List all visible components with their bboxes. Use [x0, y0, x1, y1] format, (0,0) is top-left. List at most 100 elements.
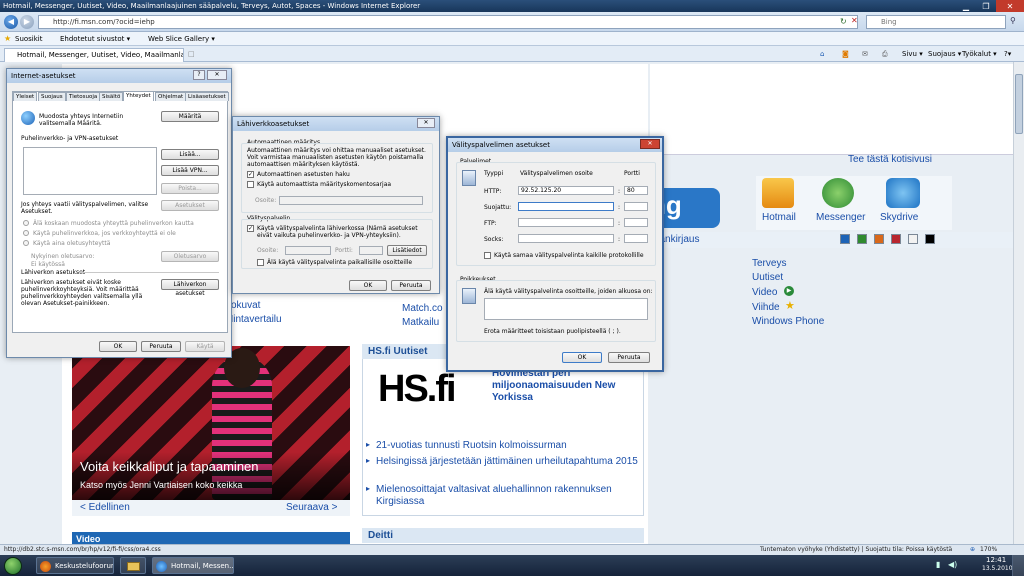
- setup-button[interactable]: Määritä: [161, 111, 219, 122]
- skydrive-link[interactable]: Skydrive: [880, 212, 918, 223]
- refresh-icon[interactable]: ↻: [840, 17, 847, 26]
- next-link[interactable]: Seuraava >: [286, 502, 337, 513]
- proxy-address-input[interactable]: [285, 246, 331, 255]
- promo-subcaption[interactable]: Katso myös Jenni Vartiaisen koko keikka: [80, 480, 242, 490]
- page-menu[interactable]: Sivu ▾: [902, 46, 923, 62]
- set-home-link[interactable]: Tee tästä kotisivusi: [848, 154, 932, 165]
- lan-ok-button[interactable]: OK: [349, 280, 387, 291]
- tab-lisaasetukset[interactable]: Lisäasetukset: [185, 92, 229, 101]
- advanced-button[interactable]: Lisätiedot: [387, 245, 427, 256]
- taskbar-item-ie[interactable]: Hotmail, Messen...: [152, 557, 234, 574]
- taskbar-item-explorer[interactable]: [120, 557, 146, 574]
- radio-always-dial[interactable]: [23, 240, 29, 246]
- tab-ohjelmat[interactable]: Ohjelmat: [155, 92, 187, 101]
- tab-yhteydet[interactable]: Yhteydet: [123, 91, 154, 101]
- minimize-icon[interactable]: ▁: [956, 0, 976, 12]
- tray-volume-icon[interactable]: ◀): [948, 560, 957, 569]
- zoom-level[interactable]: 170%: [980, 545, 997, 555]
- auto-detect-checkbox[interactable]: ✓: [247, 171, 254, 178]
- skydrive-icon[interactable]: [886, 178, 920, 208]
- connections-list[interactable]: [23, 147, 157, 195]
- theme-swatch[interactable]: [891, 234, 901, 244]
- http-address-input[interactable]: 92.52.125.20: [518, 186, 614, 195]
- theme-swatch[interactable]: [874, 234, 884, 244]
- proxy-cancel-button[interactable]: Peruuta: [608, 352, 650, 363]
- secure-address-input[interactable]: [518, 202, 614, 211]
- link-terveys[interactable]: Terveys: [752, 258, 786, 269]
- mail-icon[interactable]: ✉: [862, 46, 868, 62]
- tab-suojaus[interactable]: Suojaus: [38, 92, 66, 101]
- web-slice-gallery-link[interactable]: Web Slice Gallery ▾: [148, 32, 215, 46]
- promo-image[interactable]: Voita keikkaliput ja tapaaminen Katso my…: [72, 346, 350, 500]
- socks-address-input[interactable]: [518, 234, 614, 243]
- set-default-button[interactable]: Oletusarvo: [161, 251, 219, 262]
- link-hintavertailu[interactable]: Hintavertailu: [226, 314, 282, 325]
- lan-settings-button[interactable]: Lähiverkon asetukset: [161, 279, 219, 297]
- apply-button[interactable]: Käytä: [185, 341, 225, 352]
- hs-logo[interactable]: HS.fi: [378, 368, 457, 411]
- theme-swatch[interactable]: [925, 234, 935, 244]
- secure-port-input[interactable]: [624, 202, 648, 211]
- tab-active[interactable]: Hotmail, Messenger, Uutiset, Video, Maai…: [4, 48, 184, 62]
- script-address-input[interactable]: [279, 196, 423, 205]
- theme-swatch[interactable]: [840, 234, 850, 244]
- help-icon[interactable]: ?: [193, 70, 205, 80]
- use-proxy-checkbox[interactable]: ✓: [247, 225, 254, 232]
- proxy-ok-button[interactable]: OK: [562, 352, 602, 363]
- ok-button[interactable]: OK: [99, 341, 137, 352]
- suggested-sites-link[interactable]: Ehdotetut sivustot ▾: [60, 32, 130, 46]
- link-video[interactable]: Video: [752, 287, 777, 298]
- search-input[interactable]: Bing: [866, 15, 1006, 29]
- add-vpn-button[interactable]: Lisää VPN...: [161, 165, 219, 176]
- messenger-link[interactable]: Messenger: [816, 212, 865, 223]
- radio-never-dial[interactable]: [23, 220, 29, 226]
- lan-cancel-button[interactable]: Peruuta: [391, 280, 431, 291]
- use-script-checkbox[interactable]: [247, 181, 254, 188]
- ftp-port-input[interactable]: [624, 218, 648, 227]
- help-menu[interactable]: ?▾: [1004, 46, 1011, 62]
- radio-dial-if-no-network[interactable]: [23, 230, 29, 236]
- proxy-port-input[interactable]: [359, 246, 383, 255]
- hs-news-item[interactable]: 21-vuotias tunnusti Ruotsin kolmoissurma…: [376, 440, 640, 452]
- tab-tietosuoja[interactable]: Tietosuoja: [66, 92, 101, 101]
- new-tab-button[interactable]: □: [188, 46, 195, 62]
- same-for-all-checkbox[interactable]: [484, 252, 491, 259]
- link-uutiset[interactable]: Uutiset: [752, 272, 783, 283]
- clock-date[interactable]: 13.5.2010: [982, 565, 1013, 572]
- forward-icon[interactable]: ▶: [20, 15, 34, 29]
- show-desktop-button[interactable]: [1012, 555, 1024, 576]
- tools-menu[interactable]: Työkalut ▾: [962, 46, 997, 62]
- theme-swatch[interactable]: [857, 234, 867, 244]
- close-icon[interactable]: ✕: [996, 0, 1024, 12]
- promo-caption[interactable]: Voita keikkaliput ja tapaaminen: [80, 459, 259, 474]
- favorites-button[interactable]: Suosikit: [15, 32, 43, 46]
- link-windows-phone[interactable]: Windows Phone: [752, 316, 824, 327]
- messenger-icon[interactable]: [822, 178, 854, 208]
- taskbar-item-firefox[interactable]: Keskustelufoorum ...: [36, 557, 114, 574]
- search-icon[interactable]: ⚲: [1010, 16, 1016, 25]
- start-button[interactable]: [4, 557, 22, 575]
- add-button[interactable]: Lisää...: [161, 149, 219, 160]
- print-icon[interactable]: ⎙: [882, 46, 888, 62]
- home-icon[interactable]: ⌂: [820, 46, 824, 62]
- cancel-button[interactable]: Peruuta: [141, 341, 181, 352]
- tray-network-icon[interactable]: ▮: [936, 560, 940, 569]
- link-matkailu[interactable]: Matkailu: [402, 317, 439, 328]
- theme-swatch[interactable]: [908, 234, 918, 244]
- bypass-local-checkbox[interactable]: [257, 259, 264, 266]
- ftp-address-input[interactable]: [518, 218, 614, 227]
- feeds-icon[interactable]: ◙: [842, 46, 849, 62]
- settings-button[interactable]: Asetukset: [161, 200, 219, 211]
- exceptions-textarea[interactable]: [484, 298, 648, 320]
- hotmail-link[interactable]: Hotmail: [762, 212, 796, 223]
- address-bar[interactable]: http://fi.msn.com/?ocid=iehp: [38, 15, 858, 29]
- tab-sisalto[interactable]: Sisältö: [99, 92, 124, 101]
- hs-news-item[interactable]: Helsingissä järjestetään jättimäinen urh…: [376, 456, 640, 468]
- tab-yleiset[interactable]: Yleiset: [13, 92, 38, 101]
- clock-time[interactable]: 12:41: [986, 556, 1006, 564]
- remove-button[interactable]: Poista...: [161, 183, 219, 194]
- http-port-input[interactable]: 80: [624, 186, 648, 195]
- page-scrollbar[interactable]: [1013, 62, 1024, 544]
- close-icon[interactable]: ✕: [640, 139, 660, 149]
- link-viihde[interactable]: Viihde: [752, 302, 780, 313]
